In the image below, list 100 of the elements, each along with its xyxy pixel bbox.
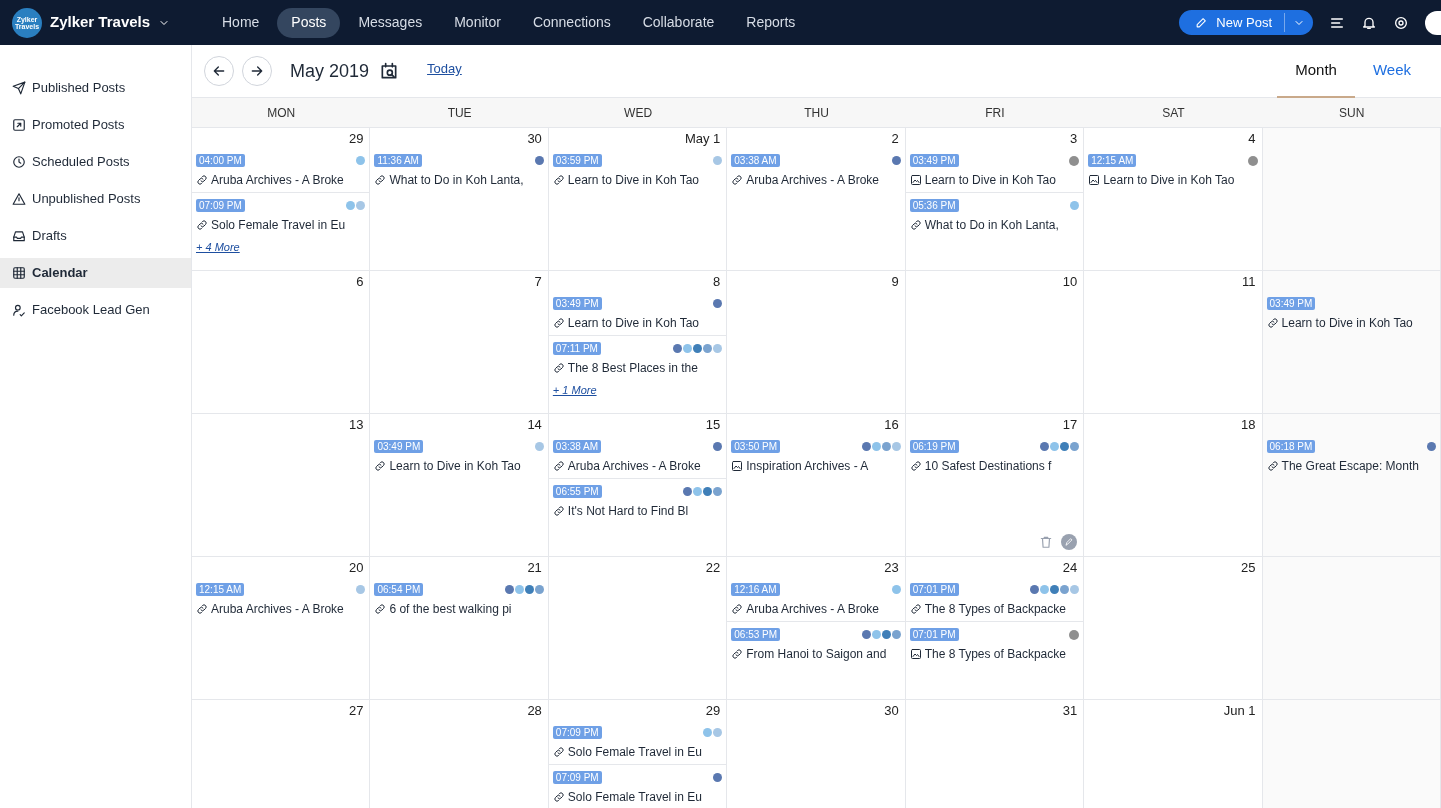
day-cell[interactable]: 29 07:09 PM Solo Female Travel in Eu 07:09 PM Solo Female Travel in Eu xyxy=(548,700,728,808)
day-cell[interactable]: 6 xyxy=(192,271,371,413)
day-cell[interactable]: 31 xyxy=(905,700,1085,808)
post-entry[interactable]: 03:49 PM Learn to Dive in Koh Tao xyxy=(905,148,1084,192)
post-time: 03:38 AM xyxy=(731,154,780,167)
day-cell[interactable] xyxy=(1262,128,1441,270)
day-cell[interactable]: 4 12:15 AM Learn to Dive in Koh Tao xyxy=(1084,128,1263,270)
day-cell[interactable]: 11 xyxy=(1084,271,1263,413)
day-cell[interactable]: 22 xyxy=(548,557,728,699)
day-cell[interactable]: 29 04:00 PM Aruba Archives - A Broke 07:09 PM Solo Female Travel in Eu + 4 More xyxy=(192,128,371,270)
post-entry[interactable]: 06:55 PM It's Not Hard to Find Bl xyxy=(548,478,727,523)
sidebar-item[interactable]: Calendar xyxy=(0,258,191,288)
post-entry[interactable]: 03:49 PM Learn to Dive in Koh Tao xyxy=(370,434,548,478)
workspace-switcher[interactable]: Zylker Travels xyxy=(50,11,171,34)
day-cell[interactable]: 21 06:54 PM 6 of the best walking pi xyxy=(370,557,549,699)
post-entry[interactable]: 07:01 PM The 8 Types of Backpacke xyxy=(905,577,1084,621)
sidebar-item[interactable]: Promoted Posts xyxy=(0,110,191,140)
post-entry[interactable]: 07:01 PM The 8 Types of Backpacke xyxy=(905,621,1084,666)
day-cell[interactable]: 7 xyxy=(370,271,549,413)
sidebar-item[interactable]: Unpublished Posts xyxy=(0,184,191,214)
day-cell[interactable]: 14 03:49 PM Learn to Dive in Koh Tao xyxy=(370,414,549,556)
post-entry[interactable]: 12:15 AM Learn to Dive in Koh Tao xyxy=(1084,148,1262,192)
weekday-header: SUN xyxy=(1338,104,1366,122)
day-cell[interactable]: 28 xyxy=(370,700,549,808)
day-cell[interactable] xyxy=(1262,557,1441,699)
day-cell[interactable]: 20 12:15 AM Aruba Archives - A Broke xyxy=(192,557,371,699)
nav-tab[interactable]: Posts xyxy=(277,7,341,38)
new-post-button[interactable]: New Post xyxy=(1179,10,1313,35)
day-number: 11 xyxy=(1242,272,1256,291)
post-title: Aruba Archives - A Broke xyxy=(746,172,879,189)
link-icon xyxy=(374,174,387,186)
post-entry[interactable]: 07:09 PM Solo Female Travel in Eu xyxy=(192,192,370,237)
clock-icon xyxy=(12,155,26,169)
day-cell[interactable]: 06:18 PM The Great Escape: Month xyxy=(1262,414,1441,556)
sidebar-item[interactable]: Scheduled Posts xyxy=(0,147,191,177)
day-cell[interactable]: 15 03:38 AM Aruba Archives - A Broke 06:55 PM It's Not Hard to Find Bl xyxy=(548,414,728,556)
post-entry[interactable]: 07:11 PM The 8 Best Places in the xyxy=(548,335,727,380)
post-entry[interactable]: 03:49 PM Learn to Dive in Koh Tao xyxy=(548,291,727,335)
post-entry[interactable]: 06:19 PM 10 Safest Destinations f xyxy=(905,434,1084,478)
day-cell[interactable]: 16 03:50 PM Inspiration Archives - A xyxy=(727,414,906,556)
day-number: 6 xyxy=(356,272,364,291)
day-cell[interactable]: 3 03:49 PM Learn to Dive in Koh Tao 05:36 PM What to Do in Koh Lanta, xyxy=(905,128,1085,270)
day-cell[interactable]: May 1 03:59 PM Learn to Dive in Koh Tao xyxy=(548,128,728,270)
post-entry[interactable]: 11:36 AM What to Do in Koh Lanta, xyxy=(370,148,548,192)
nav-tab[interactable]: Messages xyxy=(344,7,437,38)
today-link[interactable]: Today xyxy=(427,59,462,79)
post-entry[interactable]: 03:38 AM Aruba Archives - A Broke xyxy=(727,148,905,192)
day-cell[interactable]: 24 07:01 PM The 8 Types of Backpacke 07:01 PM The 8 Types of Backpacke xyxy=(905,557,1085,699)
post-entry[interactable]: 06:54 PM 6 of the best walking pi xyxy=(370,577,548,621)
day-cell[interactable]: 2 03:38 AM Aruba Archives - A Broke xyxy=(727,128,906,270)
day-cell[interactable]: 17 06:19 PM 10 Safest Destinations f xyxy=(905,414,1085,556)
edit-button[interactable] xyxy=(1061,534,1078,550)
day-number: May 1 xyxy=(684,129,721,148)
day-cell[interactable]: 8 03:49 PM Learn to Dive in Koh Tao 07:11 PM The 8 Best Places in the + 1 More xyxy=(548,271,728,413)
sidebar-item[interactable]: Drafts xyxy=(0,221,191,251)
image-icon xyxy=(1088,174,1101,186)
day-cell[interactable]: 27 xyxy=(192,700,371,808)
post-entry[interactable]: 05:36 PM What to Do in Koh Lanta, xyxy=(905,192,1084,237)
post-entry[interactable]: 12:16 AM Aruba Archives - A Broke xyxy=(727,577,905,621)
nav-tab[interactable]: Home xyxy=(208,7,274,38)
post-entry[interactable]: 03:50 PM Inspiration Archives - A xyxy=(727,434,905,478)
pencil-icon xyxy=(1195,16,1209,29)
post-entry[interactable]: 03:49 PM Learn to Dive in Koh Tao xyxy=(1262,291,1440,335)
weekday-header: SAT xyxy=(1161,104,1186,122)
post-entry[interactable]: 03:59 PM Learn to Dive in Koh Tao xyxy=(548,148,727,192)
nav-tab[interactable]: Monitor xyxy=(440,7,515,38)
date-picker-button[interactable] xyxy=(379,61,400,81)
post-entry[interactable]: 04:00 PM Aruba Archives - A Broke xyxy=(192,148,370,192)
day-cell[interactable]: 9 xyxy=(727,271,906,413)
day-cell[interactable]: 10 xyxy=(905,271,1085,413)
nav-tab[interactable]: Collaborate xyxy=(628,7,729,38)
more-link[interactable]: + 4 More xyxy=(192,239,244,256)
sidebar-item[interactable]: Published Posts xyxy=(0,73,191,103)
post-entry[interactable]: 07:09 PM Solo Female Travel in Eu xyxy=(548,764,727,808)
nav-tab[interactable]: Connections xyxy=(518,7,625,38)
post-entry[interactable]: 07:09 PM Solo Female Travel in Eu xyxy=(548,720,727,764)
day-cell[interactable]: 13 xyxy=(192,414,371,556)
view-tab[interactable]: Week xyxy=(1354,44,1429,98)
day-cell[interactable]: 23 12:16 AM Aruba Archives - A Broke 06:53 PM From Hanoi to Saigon and xyxy=(727,557,906,699)
post-time: 07:01 PM xyxy=(909,628,959,641)
day-cell[interactable] xyxy=(1262,700,1441,808)
more-link[interactable]: + 1 More xyxy=(548,382,601,399)
post-entry[interactable]: 12:15 AM Aruba Archives - A Broke xyxy=(192,577,370,621)
day-cell[interactable]: 30 xyxy=(727,700,906,808)
link-icon xyxy=(196,603,208,615)
post-entry[interactable]: 03:38 AM Aruba Archives - A Broke xyxy=(548,434,727,478)
post-entry[interactable]: 06:18 PM The Great Escape: Month xyxy=(1262,434,1440,478)
sidebar-item[interactable]: Facebook Lead Gen xyxy=(0,295,191,325)
day-cell[interactable]: 30 11:36 AM What to Do in Koh Lanta, xyxy=(370,128,549,270)
post-entry[interactable]: 06:53 PM From Hanoi to Saigon and xyxy=(727,621,905,666)
delete-button[interactable] xyxy=(1039,535,1054,549)
day-cell[interactable]: 25 xyxy=(1084,557,1263,699)
nav-tab[interactable]: Reports xyxy=(732,7,810,38)
day-cell[interactable]: 03:49 PM Learn to Dive in Koh Tao xyxy=(1262,271,1441,413)
post-time: 12:16 AM xyxy=(731,583,780,596)
post-time: 11:36 AM xyxy=(374,154,422,167)
day-cell[interactable]: Jun 1 xyxy=(1084,700,1263,808)
avatar[interactable] xyxy=(1425,10,1441,35)
day-cell[interactable]: 18 xyxy=(1084,414,1263,556)
day-number: 14 xyxy=(527,415,542,434)
